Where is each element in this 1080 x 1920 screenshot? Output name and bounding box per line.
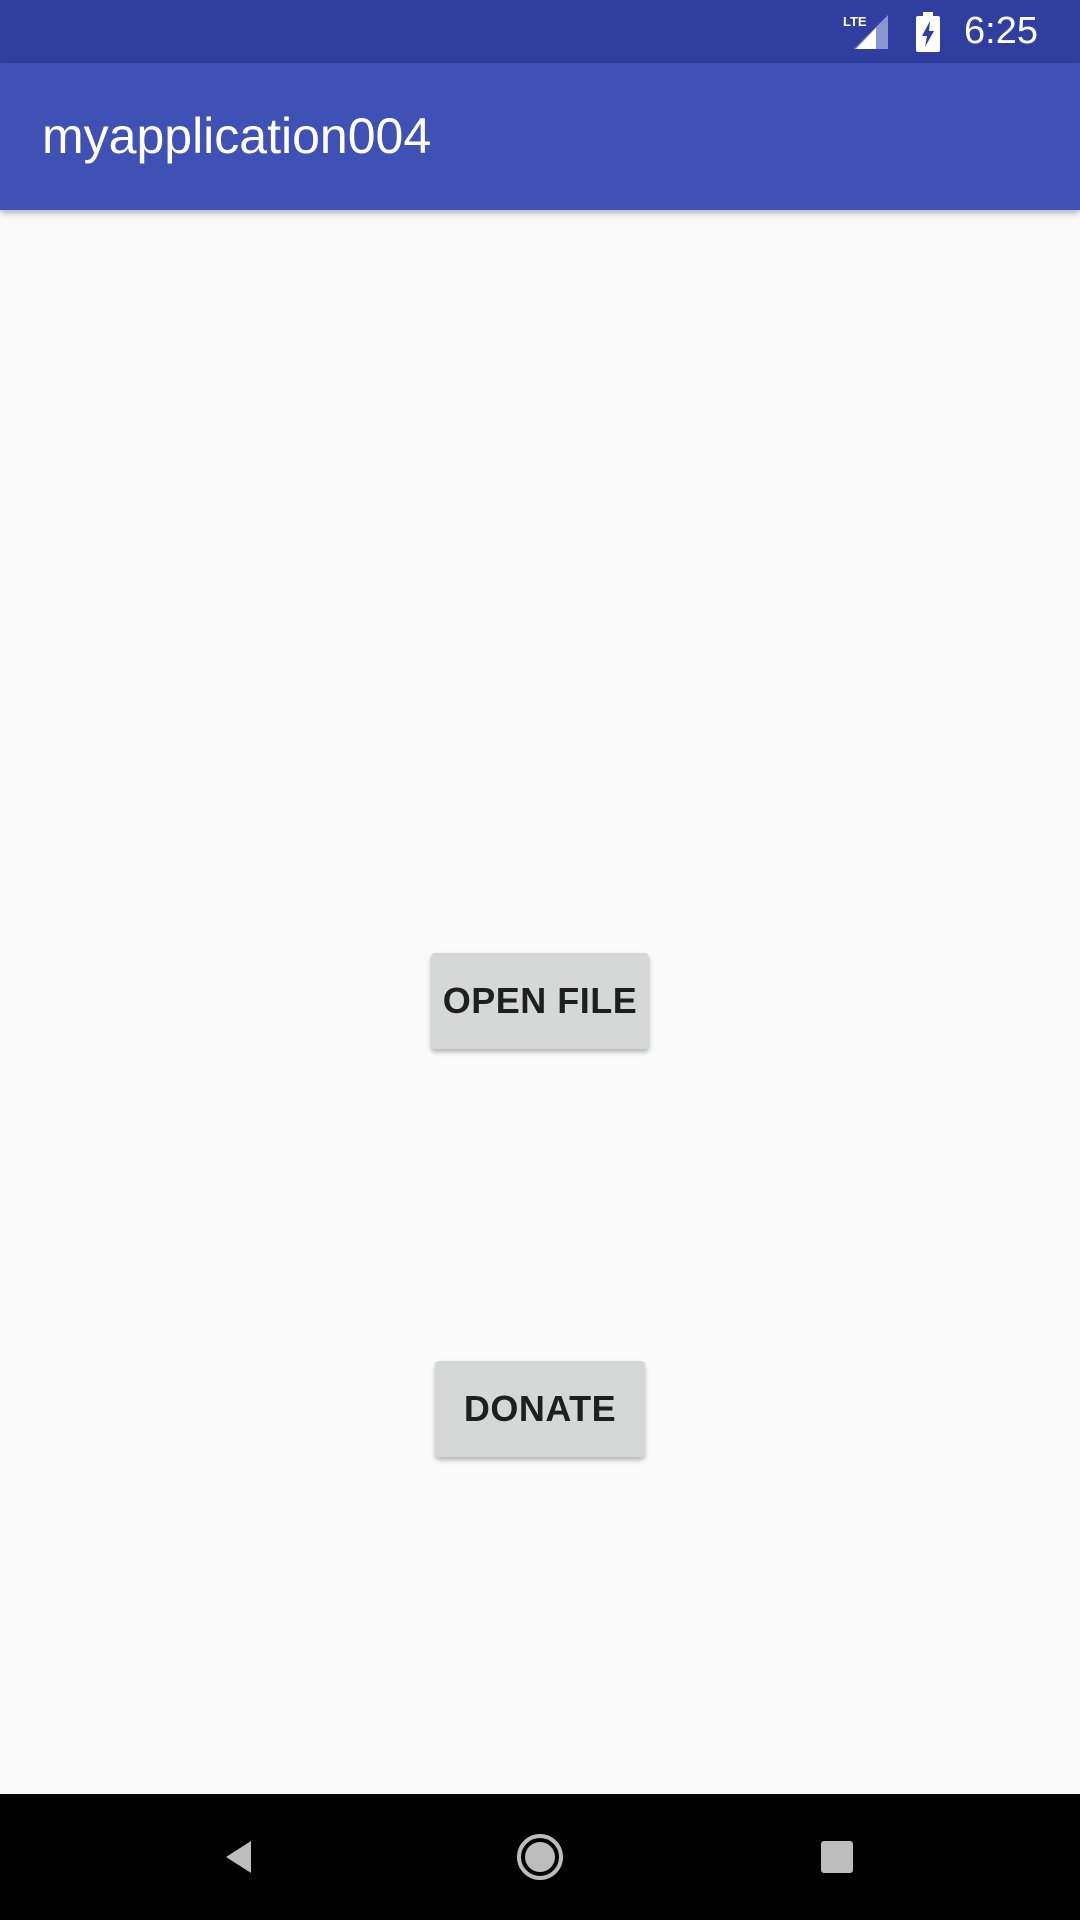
battery-charging-icon bbox=[916, 11, 941, 52]
lte-label: LTE bbox=[843, 14, 867, 29]
navigation-bar bbox=[0, 1794, 1080, 1920]
app-bar: myapplication004 bbox=[0, 63, 1080, 210]
screen: LTE 6:25 myapplication004 OPEN FILE DONA… bbox=[0, 0, 1080, 1920]
back-icon[interactable] bbox=[200, 1817, 280, 1897]
status-clock: 6:25 bbox=[964, 10, 1038, 52]
app-title: myapplication004 bbox=[42, 108, 432, 164]
open-file-button[interactable]: OPEN FILE bbox=[431, 953, 649, 1049]
lte-signal-icon: LTE bbox=[842, 12, 890, 52]
donate-button[interactable]: DONATE bbox=[435, 1361, 645, 1457]
home-icon[interactable] bbox=[500, 1817, 580, 1897]
status-icons: LTE 6:25 bbox=[842, 0, 1038, 63]
recents-icon[interactable] bbox=[797, 1817, 877, 1897]
status-bar: LTE 6:25 bbox=[0, 0, 1080, 63]
